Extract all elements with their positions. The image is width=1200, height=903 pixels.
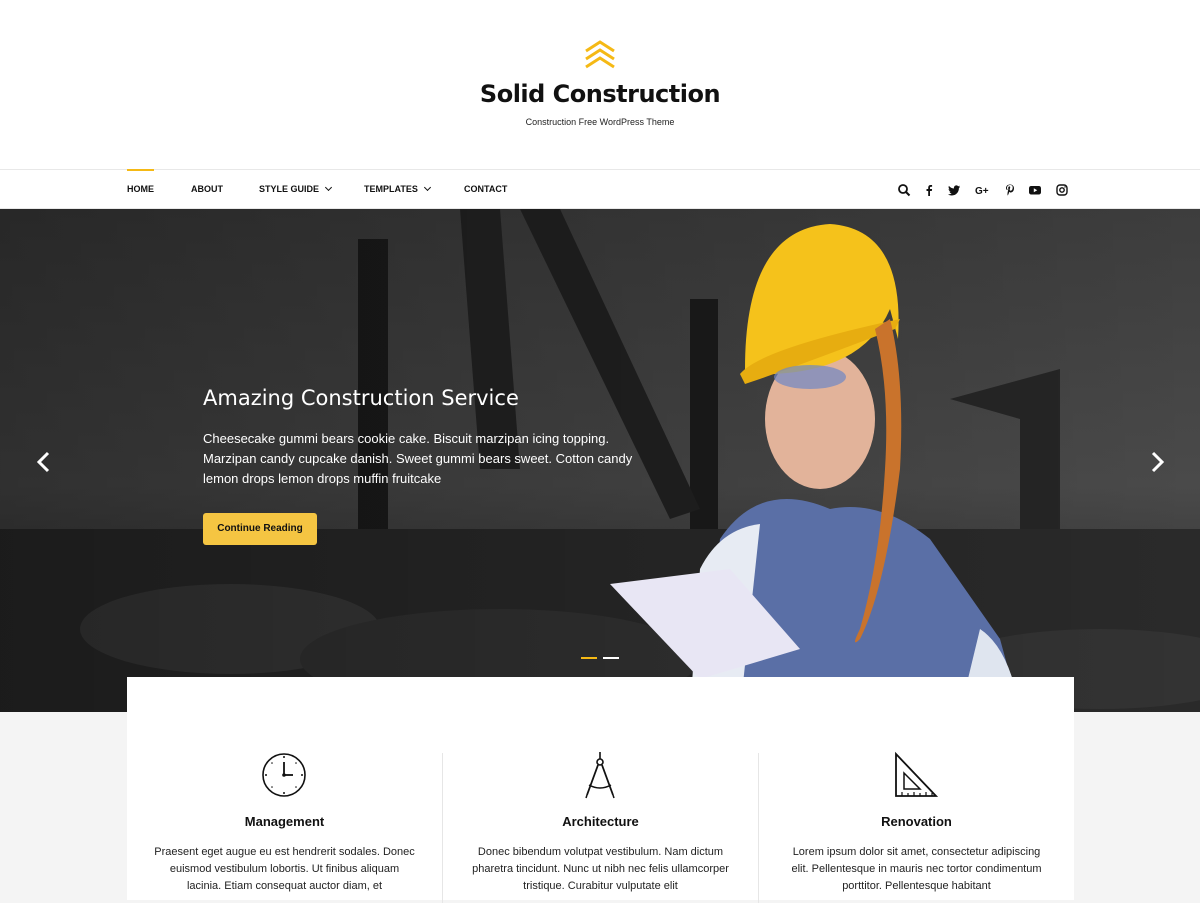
- clock-icon: [262, 753, 306, 797]
- features-section: Management Praesent eget augue eu est he…: [127, 677, 1074, 903]
- hero-slider: Amazing Construction Service Cheesecake …: [0, 209, 1200, 712]
- chevron-down-icon: [324, 183, 333, 192]
- chevrons-up-icon[interactable]: [584, 39, 616, 71]
- slider-dot-active[interactable]: [581, 657, 597, 659]
- compass-icon: [585, 752, 615, 799]
- chevron-down-icon: [423, 183, 431, 192]
- feature-text: Praesent eget augue eu est hendrerit sod…: [154, 846, 415, 892]
- nav-item-home[interactable]: HOME: [127, 169, 154, 208]
- instagram-icon[interactable]: [1055, 183, 1069, 197]
- set-square-icon: [895, 751, 939, 797]
- nav-item-about[interactable]: ABOUT: [191, 170, 223, 208]
- twitter-icon[interactable]: [947, 183, 961, 197]
- pinterest-icon[interactable]: [1003, 183, 1017, 197]
- nav-item-templates[interactable]: TEMPLATES: [364, 170, 431, 208]
- google-plus-icon[interactable]: G+: [975, 183, 989, 197]
- feature-title: Renovation: [881, 814, 952, 829]
- chevron-right-icon[interactable]: [1148, 451, 1166, 473]
- feature-title: Management: [244, 814, 325, 829]
- nav-item-label: STYLE GUIDE: [259, 184, 320, 194]
- hero-text: Cheesecake gummi bears cookie cake. Bisc…: [203, 431, 633, 486]
- feature-card: Architecture Donec bibendum volutpat ves…: [443, 677, 758, 900]
- feature-text: Donec bibendum volutpat vestibulum. Nam …: [472, 846, 729, 892]
- slider-dot[interactable]: [603, 657, 619, 659]
- nav-item-style-guide[interactable]: STYLE GUIDE: [259, 170, 333, 208]
- feature-text: Lorem ipsum dolor sit amet, consectetur …: [791, 846, 1042, 892]
- continue-reading-button[interactable]: Continue Reading: [203, 513, 317, 545]
- feature-card: Management Praesent eget augue eu est he…: [127, 677, 442, 900]
- youtube-icon[interactable]: [1028, 183, 1042, 197]
- feature-title: Architecture: [562, 814, 639, 829]
- hero-title: Amazing Construction Service: [203, 386, 519, 410]
- svg-text:G+: G+: [975, 186, 989, 197]
- site-tagline: Construction Free WordPress Theme: [525, 117, 675, 127]
- chevron-left-icon[interactable]: [35, 451, 53, 473]
- site-header: Solid Construction Construction Free Wor…: [0, 0, 1200, 169]
- search-icon[interactable]: [897, 183, 911, 197]
- feature-card: Renovation Lorem ipsum dolor sit amet, c…: [759, 677, 1074, 900]
- facebook-icon[interactable]: [922, 183, 936, 197]
- main-navigation: HOME ABOUT STYLE GUIDE TEMPLATES CONTACT…: [0, 169, 1200, 209]
- nav-item-contact[interactable]: CONTACT: [464, 170, 507, 208]
- site-title[interactable]: Solid Construction: [0, 80, 1200, 108]
- nav-item-label: TEMPLATES: [364, 184, 418, 194]
